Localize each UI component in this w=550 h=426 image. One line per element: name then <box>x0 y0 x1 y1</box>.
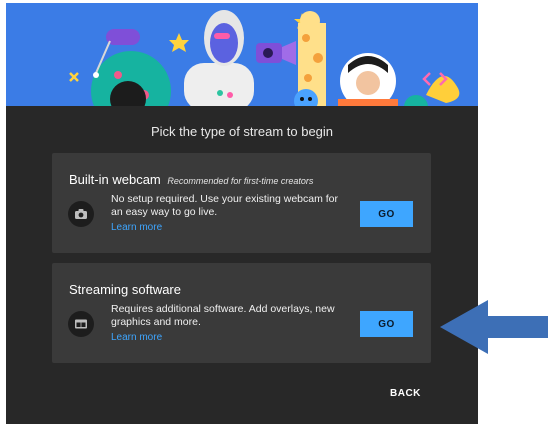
banner-illustration <box>6 3 478 106</box>
card-description: Requires additional software. Add overla… <box>111 303 351 344</box>
dialog-title: Pick the type of stream to begin <box>150 124 334 139</box>
card-header: Streaming software <box>69 282 181 297</box>
camera-icon <box>68 201 94 227</box>
option-card-webcam: Built-in webcam Recommended for first-ti… <box>52 153 431 253</box>
go-button-webcam[interactable]: GO <box>360 201 413 227</box>
learn-more-link-webcam[interactable]: Learn more <box>111 221 351 234</box>
learn-more-link-streaming[interactable]: Learn more <box>111 331 351 344</box>
card-title: Streaming software <box>69 282 181 297</box>
card-header: Built-in webcam Recommended for first-ti… <box>69 172 313 187</box>
stream-type-dialog: Pick the type of stream to begin Built-i… <box>6 3 478 424</box>
description-text: Requires additional software. Add overla… <box>111 303 335 328</box>
card-subtitle: Recommended for first-time creators <box>167 176 314 186</box>
window-icon <box>68 311 94 337</box>
card-description: No setup required. Use your existing web… <box>111 193 351 234</box>
card-title: Built-in webcam <box>69 172 161 187</box>
description-text: No setup required. Use your existing web… <box>111 193 339 218</box>
go-button-streaming-software[interactable]: GO <box>360 311 413 337</box>
back-button[interactable]: BACK <box>390 388 421 399</box>
annotation-arrow-icon <box>440 300 548 354</box>
option-card-streaming-software: Streaming software Requires additional s… <box>52 263 431 363</box>
